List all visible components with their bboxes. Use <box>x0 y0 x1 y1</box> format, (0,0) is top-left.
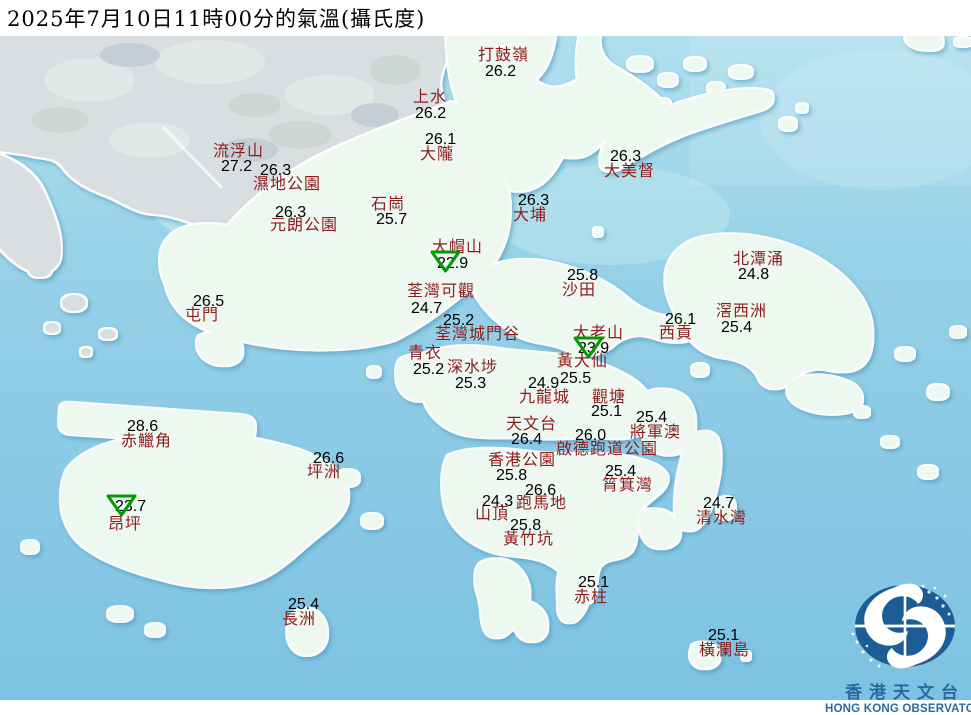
station-label: 長洲 <box>282 609 317 628</box>
station-label: 滘西洲 <box>716 301 768 320</box>
station-label: 香港公園 <box>488 450 557 469</box>
station-label: 大美督 <box>604 161 656 180</box>
station-value: 27.2 <box>221 158 253 175</box>
station-label: 北潭涌 <box>733 249 785 268</box>
station-value: 24.3 <box>482 493 514 510</box>
station-value: 25.8 <box>510 517 542 534</box>
station-value: 26.3 <box>275 204 307 221</box>
station-value: 25.1 <box>578 574 610 591</box>
station-value: 26.1 <box>425 131 457 148</box>
station-value: 25.4 <box>721 319 753 336</box>
station-label: 天文台 <box>506 414 558 433</box>
hko-logo: 香港天文台 HONG KONG OBSERVATORY <box>825 580 971 715</box>
map-title: 2025年7月10日11時00分的氣溫(攝氏度) <box>7 7 426 31</box>
station-label: 青衣 <box>408 343 443 362</box>
hill-station-triangle-icon <box>429 249 462 274</box>
station-label: 沙田 <box>562 280 597 299</box>
station-value: 24.9 <box>528 375 560 392</box>
station-value: 26.3 <box>518 192 550 209</box>
station-value: 26.1 <box>665 311 697 328</box>
station-label: 打鼓嶺 <box>478 45 530 64</box>
station-value: 25.5 <box>560 370 592 387</box>
station-value: 28.6 <box>127 418 159 435</box>
station-label: 荃灣可觀 <box>407 281 476 300</box>
station-value: 25.3 <box>455 375 487 392</box>
station-value: 24.8 <box>738 266 770 283</box>
station-value: 25.8 <box>496 467 528 484</box>
station-value: 26.6 <box>525 482 557 499</box>
station-label: 赤鱲角 <box>121 431 173 450</box>
title-bar: 2025年7月10日11時00分的氣溫(攝氏度) <box>0 0 971 36</box>
station-value: 25.7 <box>376 211 408 228</box>
station-label: 將軍澳 <box>630 422 682 441</box>
station-value: 26.5 <box>193 293 225 310</box>
station-value: 24.7 <box>411 300 443 317</box>
station-value: 25.2 <box>443 312 475 329</box>
hko-logo-name-en: HONG KONG OBSERVATORY <box>825 703 971 715</box>
station-label: 黃大仙 <box>557 351 609 370</box>
station-value: 25.4 <box>636 409 668 426</box>
station-label: 赤柱 <box>574 587 609 606</box>
station-value: 25.2 <box>413 361 445 378</box>
station-value: 26.3 <box>610 148 642 165</box>
station-value: 25.1 <box>591 403 623 420</box>
station-value: 25.8 <box>567 267 599 284</box>
station-label: 啟德跑道公園 <box>556 439 659 458</box>
station-label: 昂坪 <box>108 514 143 533</box>
station-label: 大埔 <box>513 205 548 224</box>
station-label: 清水灣 <box>696 508 748 527</box>
station-value: 26.2 <box>485 63 517 80</box>
station-label: 流浮山 <box>213 141 265 160</box>
station-value: 25.4 <box>605 463 637 480</box>
station-label: 上水 <box>413 87 448 106</box>
station-value: 26.3 <box>260 162 292 179</box>
station-value: 26.4 <box>511 431 543 448</box>
station-label: 橫瀾島 <box>699 640 751 659</box>
station-value: 26.0 <box>575 427 607 444</box>
station-value: 24.7 <box>703 495 735 512</box>
station-label: 深水埗 <box>447 357 499 376</box>
station-label: 大隴 <box>420 144 455 163</box>
hko-logo-icon <box>851 583 955 669</box>
station-value: 26.2 <box>415 105 447 122</box>
hko-logo-name-zh: 香港天文台 <box>845 683 965 703</box>
station-value: 26.6 <box>313 450 345 467</box>
station-value: 25.4 <box>288 596 320 613</box>
station-value: 25.1 <box>708 627 740 644</box>
station-label: 石崗 <box>371 194 406 213</box>
hill-station-triangle-icon <box>105 493 138 518</box>
